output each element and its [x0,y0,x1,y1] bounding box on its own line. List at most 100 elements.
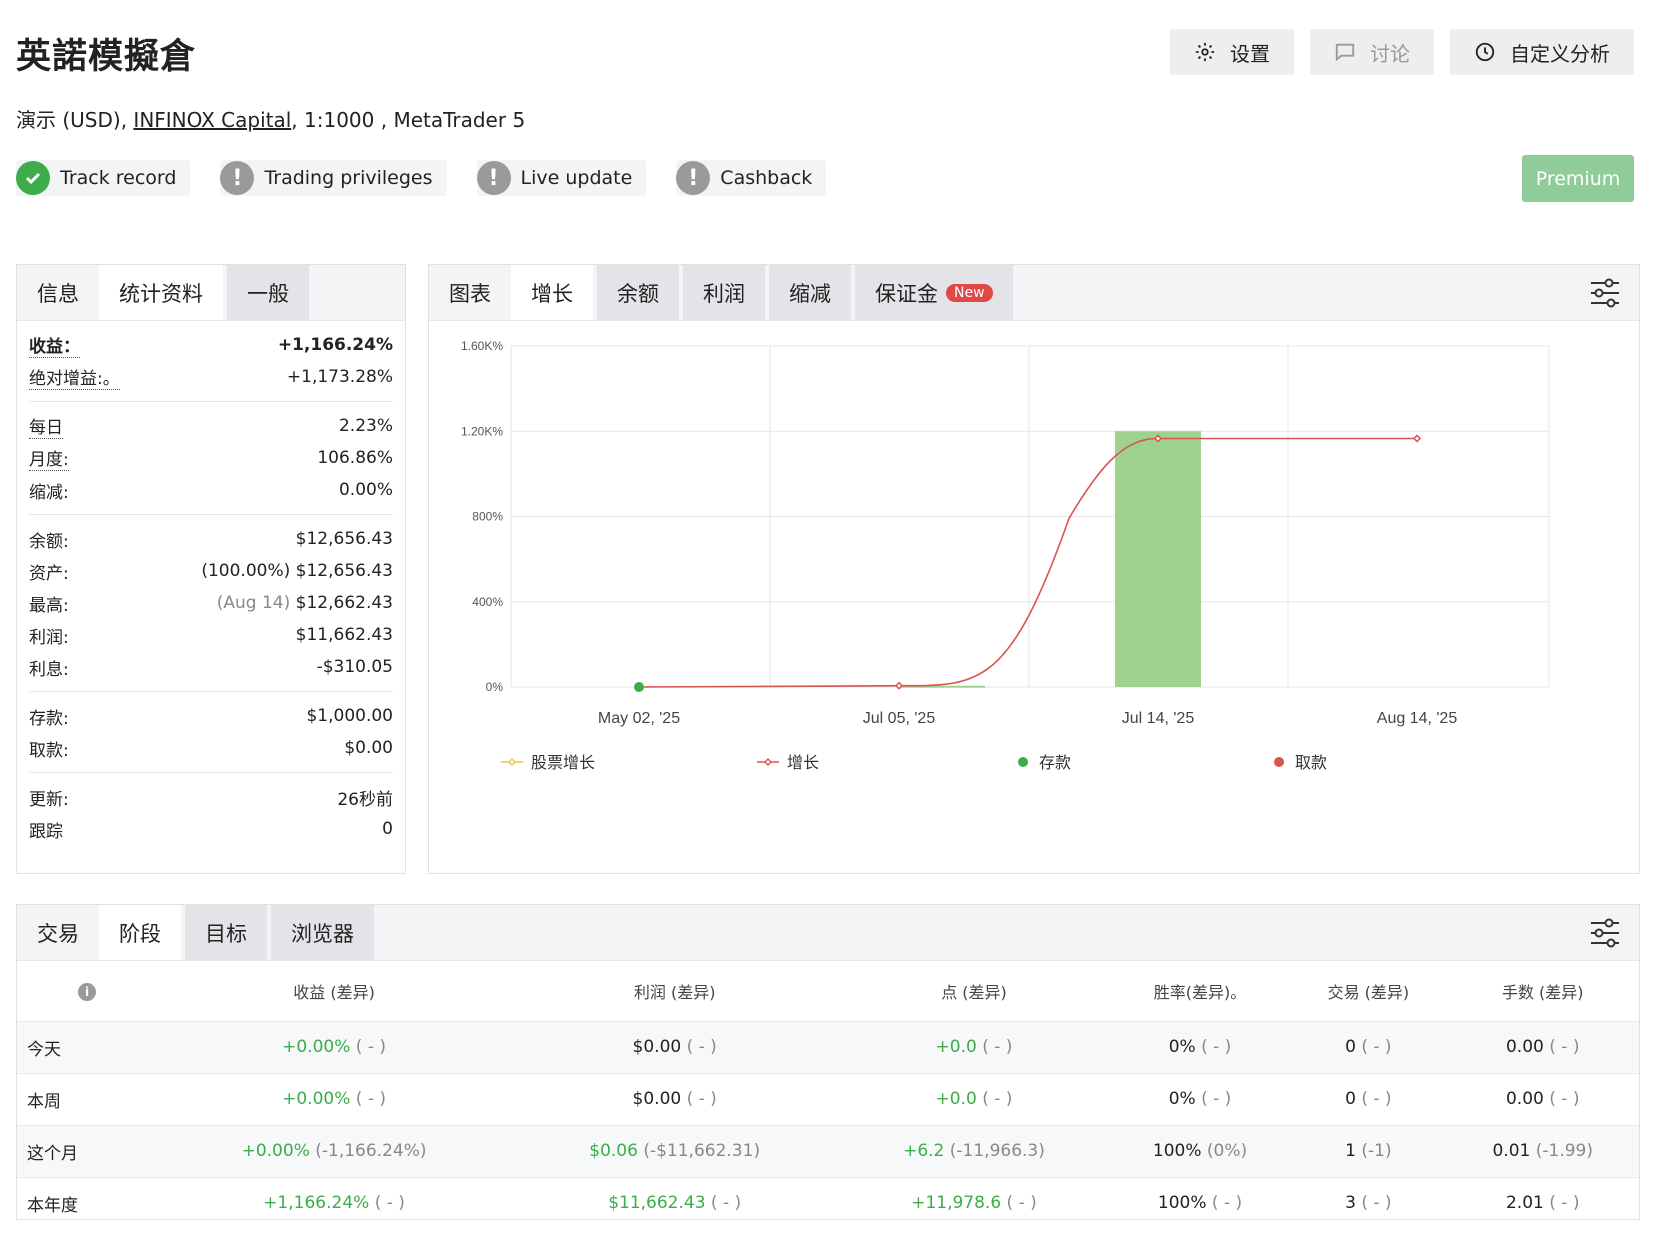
legend-label: 存款 [1039,753,1071,772]
badge-trading-privileges[interactable]: ! Trading privileges [220,160,447,196]
x-tick-label: Aug 14, '25 [1377,710,1458,727]
gear-icon [1195,42,1215,62]
tab-info[interactable]: 信息 [17,265,99,320]
account-subtitle: 演示 (USD), INFINOX Capital, 1:1000 , Meta… [16,104,525,133]
equity-pct: (100.00%) [201,561,291,581]
badge-track-record[interactable]: Track record [16,160,191,196]
broker-link[interactable]: INFINOX Capital [133,108,291,132]
tab-growth[interactable]: 增长 [511,265,593,320]
tab-trades[interactable]: 交易 [17,905,99,960]
cell-diff: ( - ) [976,1037,1013,1057]
row-balance: 余额: $12,656.43 [29,523,393,555]
tracking-label: 跟踪 [29,821,63,842]
row-monthly: 月度: 106.86% [29,442,393,474]
info-icon[interactable]: i [78,982,96,1001]
tab-chart[interactable]: 图表 [429,265,511,320]
gain-label[interactable]: 收益： [29,332,80,358]
cell-diff: ( - ) [1001,1193,1037,1214]
legend-label: 增长 [787,753,819,772]
row-tracking: 跟踪 0 [29,813,393,845]
y-tick-label: 400% [472,595,503,609]
table-cell: 0% ( - ) [1109,1020,1291,1073]
cell-value: 0% [1168,1037,1196,1057]
comment-icon [1335,43,1355,62]
table-cell: $0.00 ( - ) [511,1072,839,1125]
cell-value: 0.00 [1505,1037,1544,1057]
legend-marker-growth [764,758,772,766]
row-label: 本周 [17,1072,157,1125]
tab-margin[interactable]: 保证金 New [855,265,1013,320]
table-cell: 0.00 ( - ) [1446,1020,1639,1073]
updated-value: 26秒前 [337,789,393,810]
badge-live-update[interactable]: ! Live update [476,160,647,196]
column-header: 点 (差异) [941,982,1007,1002]
row-interest: 利息: -$310.05 [29,651,393,683]
column-header: 利润 (差异) [633,982,716,1002]
tab-browser[interactable]: 浏览器 [271,905,374,960]
divider [29,514,393,515]
updated-label: 更新: [29,789,69,810]
table-cell: 3 ( - ) [1290,1176,1447,1229]
row-abs-gain: 绝对增益:。 +1,173.28% [29,361,393,393]
table-row: 本周 +0.00% ( - ) $0.00 ( - ) +0.0 ( - ) 0% ( … [17,1072,1639,1125]
daily-label[interactable]: 每日 [29,413,63,439]
monthly-label[interactable]: 月度: [29,445,69,471]
row-gain: 收益： +1,166.24% [29,329,393,361]
table-cell: $0.00 ( - ) [511,1020,839,1073]
badge-cashback[interactable]: ! Cashback [676,160,827,196]
discuss-label: 讨论 [1370,41,1410,66]
settings-button[interactable]: 设置 [1170,29,1294,75]
filter-settings-icon[interactable] [1589,917,1621,949]
row-daily: 每日 2.23% [29,410,393,442]
column-header: 交易 (差异) [1327,982,1410,1002]
periods-table: i 收益 (差异) 利润 (差异) 点 (差异) 胜率(差异)。 交易 (差异)… [17,961,1639,1229]
x-tick-label: Jul 14, '25 [1122,710,1195,727]
abs-gain-label[interactable]: 绝对增益:。 [29,364,120,390]
check-icon [16,161,50,195]
table-cell: 2.01 ( - ) [1446,1176,1639,1229]
x-tick-label: Jul 05, '25 [863,710,936,727]
cell-value: $0.06 [589,1141,638,1161]
row-highest: 最高: (Aug 14) $12,662.43 [29,587,393,619]
table-cell: 100% ( - ) [1109,1176,1291,1229]
balance-value: $12,656.43 [295,529,393,549]
cell-value: 100% [1157,1193,1207,1214]
new-badge: New [946,283,993,302]
withdrawals-value: $0.00 [344,738,393,758]
tab-goals[interactable]: 目标 [185,905,267,960]
column-header: 胜率(差异)。 [1153,982,1247,1002]
row-drawdown: 缩减: 0.00% [29,474,393,506]
table-cell: +0.0 ( - ) [838,1020,1110,1073]
table-header-row: i 收益 (差异) 利润 (差异) 点 (差异) 胜率(差异)。 交易 (差异)… [17,961,1639,1021]
discuss-button[interactable]: 讨论 [1310,29,1434,75]
monthly-value: 106.86% [317,448,393,468]
premium-button[interactable]: Premium [1522,155,1634,202]
tab-general[interactable]: 一般 [227,265,309,320]
tab-balance[interactable]: 余额 [597,265,679,320]
cell-value: 0 [1345,1037,1356,1057]
filter-settings-icon[interactable] [1589,277,1621,309]
balance-label: 余额: [29,531,69,552]
cell-diff: (-1) [1355,1141,1392,1161]
deposit-point [634,682,644,692]
tab-margin-label: 保证金 [875,281,938,306]
equity-label: 资产: [29,563,69,584]
cell-diff: ( - ) [1206,1193,1243,1214]
interest-label: 利息: [29,659,69,680]
cell-value: 100% [1152,1141,1202,1161]
tab-drawdown[interactable]: 缩减 [769,265,851,320]
cell-value: +0.0 [935,1089,977,1109]
withdrawals-label: 取款: [29,740,69,761]
cell-value: 0 [1345,1089,1356,1109]
tab-profit[interactable]: 利润 [683,265,765,320]
cell-diff: (-$11,662.31) [637,1141,761,1161]
cell-diff: ( - ) [369,1193,405,1214]
tab-statistics[interactable]: 统计资料 [99,265,223,320]
tab-periods[interactable]: 阶段 [99,905,181,960]
custom-analysis-button[interactable]: 自定义分析 [1450,29,1634,75]
cell-value: $0.00 [632,1089,682,1109]
periods-panel: 交易 阶段 目标 浏览器 i 收益 (差异) 利润 (差异) 点 (差异) 胜率… [16,904,1640,1229]
table-cell: 0 ( - ) [1290,1020,1447,1073]
daily-value: 2.23% [338,416,393,436]
highest-date: (Aug 14) [216,593,291,613]
